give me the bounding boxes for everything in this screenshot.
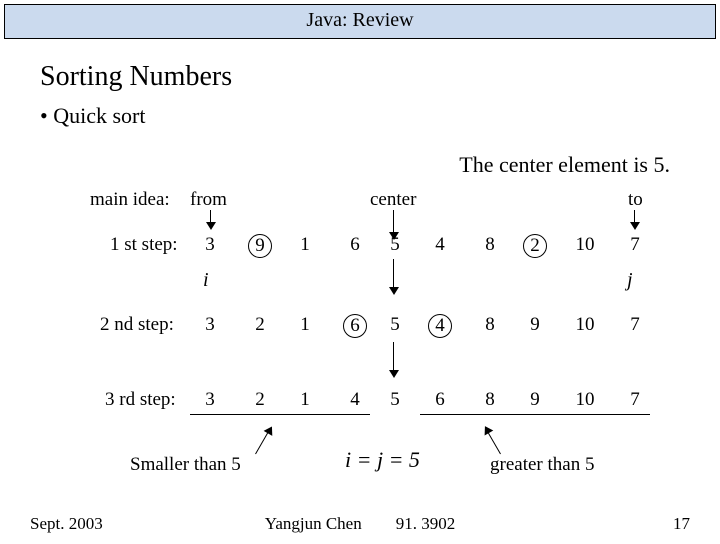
r1c9: 7 [620,234,650,256]
r2c3: 6 [340,314,370,338]
footer-center: Yangjun Chen 91. 3902 [0,514,720,534]
r2c8: 10 [570,314,600,336]
label-to: to [628,189,643,211]
bullet-quick-sort: • Quick sort [40,103,720,129]
arrow-smaller-icon [255,428,271,455]
r1c0: 3 [195,234,225,256]
r1c6: 8 [475,234,505,256]
r3c4: 5 [380,389,410,411]
r1c8: 10 [570,234,600,256]
r1c1: 9 [245,234,275,258]
r2c7: 9 [520,314,550,336]
r2c2: 1 [290,314,320,336]
footer-author: Yangjun Chen [265,514,362,533]
label-eq: i = j = 5 [345,447,420,473]
footer-page: 17 [673,514,690,534]
label-smaller: Smaller than 5 [130,454,241,476]
label-step3: 3 rd step: [105,389,176,411]
underline-left [190,414,370,415]
r1c1-circled: 9 [248,234,272,258]
r3c2: 1 [290,389,320,411]
arrow-greater-icon [485,428,501,455]
r2c0: 3 [195,314,225,336]
diagram-stage: main idea: from center to 1 st step: 3 9… [60,184,680,504]
r3c0: 3 [195,389,225,411]
r1c3: 6 [340,234,370,256]
r1c2: 1 [290,234,320,256]
label-i: i [203,269,209,292]
label-from: from [190,189,227,211]
title-bar: Java: Review [4,4,716,39]
underline-right [420,414,650,415]
r2c9: 7 [620,314,650,336]
label-main-idea: main idea: [90,189,170,211]
label-step2: 2 nd step: [100,314,174,336]
r3c7: 9 [520,389,550,411]
r1c7-circled: 2 [523,234,547,258]
r3c8: 10 [570,389,600,411]
label-greater: greater than 5 [490,454,594,476]
label-center: center [370,189,416,211]
r2c6: 8 [475,314,505,336]
r3c3: 4 [340,389,370,411]
footer-course: 91. 3902 [396,514,456,533]
r3c5: 6 [425,389,455,411]
r3c6: 8 [475,389,505,411]
r2c4: 5 [380,314,410,336]
r2c3-circled: 6 [343,314,367,338]
r2c1: 2 [245,314,275,336]
label-step1: 1 st step: [110,234,178,256]
center-statement: The center element is 5. [459,152,670,178]
r1c5: 4 [425,234,455,256]
r2c5-circled: 4 [428,314,452,338]
label-j: j [627,269,633,292]
r1c7: 2 [520,234,550,258]
title-text: Java: Review [306,9,413,31]
r1c4: 5 [380,234,410,256]
r3c9: 7 [620,389,650,411]
r2c5: 4 [425,314,455,338]
slide-heading: Sorting Numbers [40,61,720,93]
r3c1: 2 [245,389,275,411]
